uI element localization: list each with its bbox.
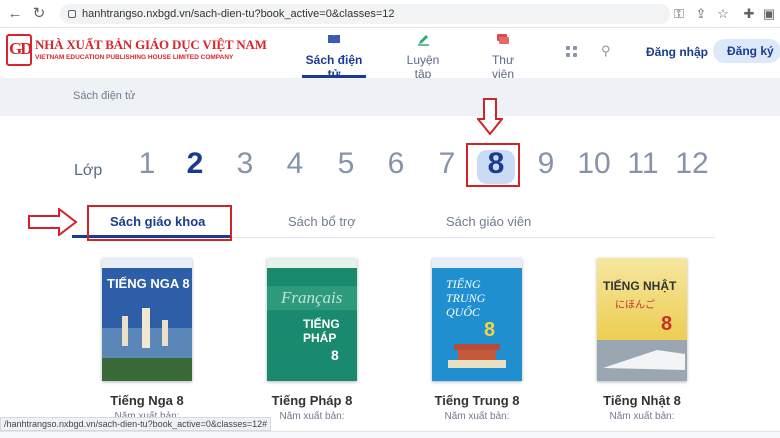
annotation-box-grade bbox=[466, 143, 520, 187]
pencil-icon bbox=[397, 33, 449, 49]
apps-grid-icon[interactable] bbox=[566, 46, 578, 58]
book-title[interactable]: Tiếng Nhật 8 bbox=[582, 393, 702, 408]
svg-text:TRUNG: TRUNG bbox=[446, 291, 486, 305]
register-button[interactable]: Đăng ký bbox=[713, 39, 780, 63]
svg-text:にほんご: にほんご bbox=[615, 298, 655, 311]
book-cover-japanese[interactable]: TIẾNG NHẬT にほんご 8 bbox=[597, 258, 687, 381]
nav-practice[interactable]: Luyện tập bbox=[397, 33, 449, 81]
svg-text:PHÁP: PHÁP bbox=[303, 330, 336, 345]
grade-12[interactable]: 12 bbox=[670, 147, 714, 181]
breadcrumb-bar: Sách điện tử bbox=[0, 78, 780, 116]
logo-title[interactable]: NHÀ XUẤT BẢN GIÁO DỤC VIỆT NAM bbox=[35, 37, 267, 53]
book-icon bbox=[302, 33, 366, 49]
grade-2[interactable]: 2 bbox=[175, 147, 215, 181]
svg-text:TIẾNG: TIẾNG bbox=[446, 276, 481, 291]
annotation-box-tab bbox=[87, 205, 232, 241]
library-icon bbox=[480, 33, 526, 49]
svg-text:TIẾNG NHẬT: TIẾNG NHẬT bbox=[603, 278, 677, 293]
grade-5[interactable]: 5 bbox=[326, 147, 366, 181]
url-text: hanhtrangso.nxbgd.vn/sach-dien-tu?book_a… bbox=[82, 8, 395, 20]
svg-text:Français: Français bbox=[280, 288, 343, 307]
address-bar[interactable]: hanhtrangso.nxbgd.vn/sach-dien-tu?book_a… bbox=[60, 4, 670, 24]
status-bar-url: /hanhtrangso.nxbgd.vn/sach-dien-tu?book_… bbox=[0, 417, 272, 431]
book-title[interactable]: Tiếng Trung 8 bbox=[417, 393, 537, 408]
browser-toolbar: ← ↻ hanhtrangso.nxbgd.vn/sach-dien-tu?bo… bbox=[0, 0, 780, 28]
cover-title: TIẾNG NGA 8 bbox=[107, 276, 190, 291]
tab-supplementary[interactable]: Sách bổ trợ bbox=[288, 214, 356, 229]
grade-10[interactable]: 10 bbox=[572, 147, 616, 181]
extensions-icon[interactable]: ✚ bbox=[740, 5, 758, 23]
book-cover-russian[interactable]: TIẾNG NGA 8 bbox=[102, 258, 192, 381]
book-cover-french[interactable]: Français TIẾNG PHÁP 8 bbox=[267, 258, 357, 381]
book-title[interactable]: Tiếng Nga 8 bbox=[87, 393, 207, 408]
breadcrumb[interactable]: Sách điện tử bbox=[73, 90, 135, 102]
svg-text:8: 8 bbox=[661, 313, 672, 335]
grade-label: Lớp bbox=[74, 162, 103, 179]
grade-4[interactable]: 4 bbox=[275, 147, 315, 181]
lock-icon bbox=[68, 10, 76, 18]
svg-text:QUỐC: QUỐC bbox=[446, 304, 481, 319]
grade-9[interactable]: 9 bbox=[526, 147, 566, 181]
svg-text:8: 8 bbox=[484, 319, 495, 341]
nav-library[interactable]: Thư viện bbox=[480, 33, 526, 81]
reload-icon[interactable]: ↻ bbox=[30, 5, 48, 23]
grade-6[interactable]: 6 bbox=[376, 147, 416, 181]
book-year-label: Năm xuất bản: bbox=[444, 411, 510, 422]
bookmark-star-icon[interactable]: ☆ bbox=[714, 5, 732, 23]
login-link[interactable]: Đăng nhập bbox=[646, 45, 708, 59]
svg-text:8: 8 bbox=[331, 347, 339, 363]
tab-teacher-books[interactable]: Sách giáo viên bbox=[446, 214, 531, 229]
book-cover-chinese[interactable]: TIẾNG TRUNG QUỐC 8 bbox=[432, 258, 522, 381]
key-icon[interactable]: ⚿ bbox=[670, 5, 688, 23]
svg-text:TIẾNG: TIẾNG bbox=[303, 316, 340, 331]
back-icon[interactable]: ← bbox=[6, 5, 24, 23]
site-header: GD NHÀ XUẤT BẢN GIÁO DỤC VIỆT NAM VIETNA… bbox=[0, 28, 780, 81]
logo-subtitle: VIETNAM EDUCATION PUBLISHING HOUSE LIMIT… bbox=[35, 54, 234, 61]
search-icon[interactable]: ⚲ bbox=[601, 43, 611, 59]
share-icon[interactable]: ⇪ bbox=[692, 5, 710, 23]
annotation-arrow-down-icon bbox=[477, 98, 503, 136]
grade-3[interactable]: 3 bbox=[225, 147, 265, 181]
book-year-label: Năm xuất bản: bbox=[609, 411, 675, 422]
logo-icon[interactable]: GD bbox=[6, 34, 32, 66]
sidepanel-icon[interactable]: ▣ bbox=[760, 5, 778, 23]
book-title[interactable]: Tiếng Pháp 8 bbox=[252, 393, 372, 408]
grade-1[interactable]: 1 bbox=[127, 147, 167, 181]
nav-ebooks[interactable]: Sách điện tử bbox=[302, 33, 366, 81]
bottom-strip bbox=[0, 431, 780, 438]
annotation-arrow-right-icon bbox=[28, 208, 78, 236]
grade-7[interactable]: 7 bbox=[427, 147, 467, 181]
grade-11[interactable]: 11 bbox=[621, 147, 665, 181]
